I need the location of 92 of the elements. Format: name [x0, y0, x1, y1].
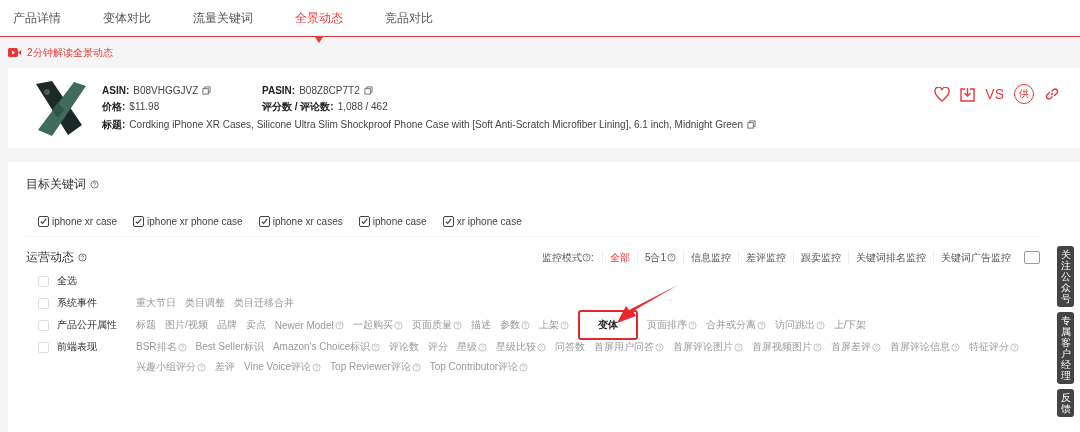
- help-icon: [582, 253, 592, 262]
- event-filter[interactable]: 问答数: [555, 340, 586, 354]
- mode-tab[interactable]: 信息监控: [683, 250, 738, 265]
- pasin-label: PASIN:: [262, 84, 296, 96]
- rating-label: 评分数 / 评论数:: [262, 99, 334, 114]
- keyword-label: iphone xr cases: [272, 216, 343, 227]
- help-icon: [78, 253, 87, 262]
- copy-icon[interactable]: [746, 120, 756, 129]
- event-filter[interactable]: Best Seller标识: [195, 340, 264, 354]
- pasin-value: B08Z8CP7T2: [299, 84, 360, 96]
- mode-label: 监控模式: [542, 250, 583, 265]
- event-filter[interactable]: 页面质量: [411, 318, 462, 332]
- event-filter[interactable]: BSR排名: [136, 340, 187, 354]
- section-title: 目标关键词: [26, 176, 86, 193]
- mode-tab[interactable]: 差评监控: [738, 250, 793, 265]
- event-filter[interactable]: Newer Model: [274, 318, 344, 332]
- event-filter[interactable]: 兴趣小组评分: [136, 360, 206, 374]
- mode-tab[interactable]: 关键词排名监控: [848, 250, 933, 265]
- copy-icon[interactable]: [363, 85, 373, 95]
- side-tab[interactable]: 关注公众号: [1057, 246, 1074, 307]
- side-tab[interactable]: 专属客户经理: [1057, 312, 1074, 384]
- event-filter[interactable]: 差评: [215, 360, 235, 374]
- download-icon[interactable]: [960, 86, 976, 102]
- checkbox[interactable]: [358, 216, 370, 227]
- group-label: 前端表现: [57, 340, 97, 354]
- price-label: 价格:: [102, 99, 126, 114]
- event-filter[interactable]: 星级比较: [496, 340, 547, 354]
- keyword-label: xr iphone case: [456, 216, 522, 227]
- title-label: 标题:: [102, 117, 126, 132]
- mode-tab[interactable]: 5合1: [636, 250, 683, 265]
- event-filter[interactable]: 变体: [597, 318, 618, 332]
- keyword-label: iphone xr phone case: [147, 216, 243, 227]
- tab[interactable]: 全景动态: [286, 0, 352, 36]
- event-filter[interactable]: 图片/视频: [165, 318, 208, 332]
- event-filter[interactable]: Top Reviewer评论: [330, 360, 421, 374]
- mode-tab[interactable]: 跟卖监控: [793, 250, 848, 265]
- tab[interactable]: 流量关键词: [184, 0, 262, 36]
- event-filter[interactable]: 星级: [457, 340, 488, 354]
- event-filter[interactable]: 首屏视频图片: [752, 340, 823, 354]
- keyword-label: iphone xr case: [52, 216, 118, 227]
- tab[interactable]: 竞品对比: [376, 0, 442, 36]
- event-filter[interactable]: 首屏差评: [831, 340, 882, 354]
- select-all-label: 全选: [57, 274, 77, 288]
- event-filter[interactable]: 合并或分离: [705, 318, 766, 332]
- checkbox[interactable]: [258, 216, 270, 227]
- event-filter[interactable]: 标题: [136, 318, 156, 332]
- event-filter[interactable]: Vine Voice评论: [244, 360, 322, 374]
- event-filter[interactable]: 首屏评论信息: [890, 340, 961, 354]
- copy-icon[interactable]: [202, 85, 212, 95]
- event-filter[interactable]: Amazon's Choice标识: [272, 340, 381, 354]
- event-filter[interactable]: 评论数: [389, 340, 420, 354]
- event-filter[interactable]: 访问跳出: [774, 318, 825, 332]
- event-filter[interactable]: Top Contributor评论: [429, 360, 529, 374]
- event-filter[interactable]: 评分: [428, 340, 449, 354]
- video-icon: [8, 48, 21, 57]
- event-filter[interactable]: 首屏评论图片: [673, 340, 744, 354]
- mode-colon: :: [591, 252, 594, 263]
- checkbox[interactable]: [133, 216, 145, 227]
- price-value: $11.98: [129, 101, 160, 112]
- tab[interactable]: 产品详情: [4, 0, 70, 36]
- keyword-label: iphone case: [372, 216, 427, 227]
- event-filter[interactable]: 品牌: [216, 318, 237, 332]
- mode-tab[interactable]: 全部: [601, 250, 637, 265]
- event-filter[interactable]: 特征评分: [969, 340, 1020, 354]
- asin-label: ASIN:: [102, 84, 130, 96]
- event-filter[interactable]: 重大节日: [136, 296, 176, 310]
- asin-value: B08VHGGJVZ: [133, 84, 199, 96]
- section-title: 运营动态: [26, 249, 74, 266]
- mode-tab[interactable]: 关键词广告监控: [933, 250, 1018, 265]
- event-filter[interactable]: 类目调整: [185, 296, 225, 310]
- event-filter[interactable]: 上/下架: [833, 318, 867, 332]
- event-filter[interactable]: 描述: [470, 318, 491, 332]
- event-filter[interactable]: 卖点: [245, 318, 266, 332]
- link-icon[interactable]: [1044, 86, 1060, 102]
- event-filter[interactable]: 参数: [499, 318, 530, 332]
- toggle-button[interactable]: [1024, 251, 1040, 264]
- side-tab[interactable]: 反馈: [1057, 389, 1074, 417]
- event-filter[interactable]: 页面排序: [646, 318, 697, 332]
- group-label: 产品公开属性: [57, 318, 117, 332]
- event-filter[interactable]: 上架: [538, 318, 569, 332]
- help-icon: [90, 180, 99, 189]
- event-filter[interactable]: 类目迁移合并: [234, 296, 294, 310]
- checkbox[interactable]: [38, 216, 49, 227]
- checkbox[interactable]: [442, 216, 454, 227]
- video-guide-link[interactable]: 2分钟解读全景动态: [27, 45, 113, 60]
- vs-button[interactable]: VS: [985, 86, 1004, 102]
- tab[interactable]: 变体对比: [94, 0, 160, 36]
- group-label: 系统事件: [57, 296, 97, 310]
- heart-icon[interactable]: [934, 86, 951, 102]
- event-filter[interactable]: 首屏用户问答: [594, 340, 665, 354]
- product-title: Cordking iPhone XR Cases, Silicone Ultra Slim Shockproof Phone Case with [Soft Anti-Scratch Microfiber Lining], 6.1 inch, Midnight Green: [129, 119, 743, 130]
- rating-value: 1,088 / 462: [337, 101, 388, 112]
